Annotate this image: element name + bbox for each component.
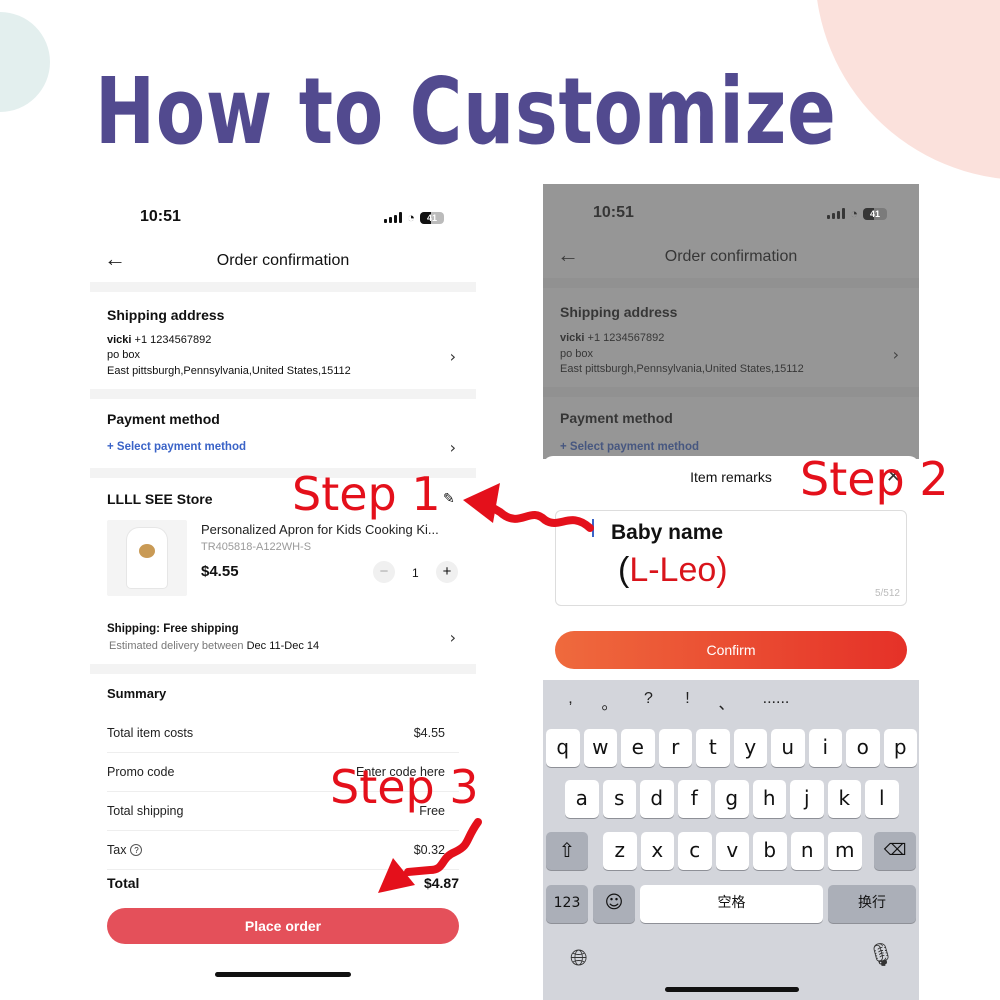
remarks-label: Baby name — [611, 521, 724, 544]
punct-key[interactable]: 、 — [707, 690, 746, 714]
key-z[interactable]: z — [603, 832, 637, 870]
product-name[interactable]: Personalized Apron for Kids Cooking Ki..… — [201, 522, 439, 537]
space-key[interactable]: 空格 — [640, 885, 823, 923]
status-time: 10:51 — [140, 208, 181, 225]
phone-order-confirmation: 10:51 ◔ 41 ← Order confirmation Shipping… — [90, 190, 476, 1000]
key-m[interactable]: m — [828, 832, 862, 870]
address-line-1: po box — [107, 349, 141, 361]
product-price: $4.55 — [201, 563, 239, 580]
step1-label: Step 1 — [292, 467, 441, 521]
help-icon[interactable]: ? — [130, 844, 143, 856]
key-k[interactable]: k — [827, 780, 861, 818]
divider — [90, 282, 476, 292]
key-n[interactable]: n — [790, 832, 824, 870]
nav-bar: ← Order confirmation — [90, 240, 476, 282]
quantity-value: 1 — [412, 566, 419, 580]
punct-key[interactable]: ! — [668, 690, 707, 714]
place-order-button[interactable]: Place order — [107, 908, 459, 944]
step2-label: Step 2 — [800, 452, 949, 506]
key-b[interactable]: b — [753, 832, 787, 870]
key-x[interactable]: x — [640, 832, 674, 870]
status-bar: 10:51 ◔ 41 — [90, 190, 476, 240]
wifi-icon: ◔ — [407, 210, 415, 225]
home-indicator — [665, 987, 799, 992]
summary-row-item-costs: Total item costs $4.55 — [107, 714, 459, 753]
remarks-input[interactable]: Baby name (L-Leo) 5/512 — [555, 510, 907, 606]
char-count: 5/512 — [874, 588, 900, 599]
punctuation-suggestions: , 。 ? ! 、 ...... — [551, 690, 806, 714]
key-p[interactable]: p — [883, 729, 917, 767]
recipient-name: vicki — [107, 334, 132, 346]
keyboard: , 。 ? ! 、 ...... qwertyuiop asdfghjkl zxcv… — [543, 680, 919, 1000]
modal-backdrop[interactable] — [543, 184, 919, 459]
key-a[interactable]: a — [565, 780, 599, 818]
key-w[interactable]: w — [583, 729, 617, 767]
text-cursor — [592, 519, 594, 537]
punct-key[interactable]: 。 — [590, 690, 629, 714]
decorative-circle-left — [0, 12, 50, 112]
emoji-key[interactable]: ☺ — [593, 885, 635, 923]
key-c[interactable]: c — [678, 832, 712, 870]
microphone-icon[interactable]: 🎙︎ — [867, 942, 895, 968]
store-name: LLLL SEE Store — [107, 491, 213, 507]
quantity-decrement-button[interactable]: − — [373, 561, 395, 583]
key-i[interactable]: i — [808, 729, 842, 767]
chevron-right-icon: › — [449, 438, 456, 457]
summary-title: Summary — [107, 686, 167, 701]
step3-label: Step 3 — [330, 760, 479, 814]
battery-icon: 41 — [420, 211, 444, 224]
numbers-key[interactable]: 123 — [546, 885, 588, 923]
chevron-right-icon: › — [449, 628, 456, 647]
key-l[interactable]: l — [865, 780, 899, 818]
page-heading: How to Customize — [95, 58, 837, 165]
key-g[interactable]: g — [715, 780, 749, 818]
product-image — [107, 520, 187, 596]
shift-key[interactable]: ⇧ — [546, 832, 588, 870]
address-line-2: East pittsburgh,Pennsylvania,United Stat… — [107, 365, 351, 377]
punct-key[interactable]: ? — [629, 690, 668, 714]
shipping-method-title: Shipping: Free shipping — [107, 623, 239, 635]
payment-method-title: Payment method — [107, 411, 220, 427]
key-t[interactable]: t — [696, 729, 730, 767]
divider — [90, 389, 476, 399]
select-payment-link[interactable]: + Select payment method — [107, 441, 246, 453]
apron-image — [127, 528, 167, 588]
decorative-circle-right — [815, 0, 1000, 180]
edit-remarks-pencil-icon[interactable]: ✎ — [443, 490, 455, 507]
summary-row-total: Total $4.87 — [107, 875, 459, 891]
confirm-button[interactable]: Confirm — [555, 631, 907, 669]
cellular-signal-icon — [384, 212, 403, 223]
key-h[interactable]: h — [752, 780, 786, 818]
key-v[interactable]: v — [715, 832, 749, 870]
chevron-right-icon: › — [449, 347, 456, 366]
key-e[interactable]: e — [621, 729, 655, 767]
key-y[interactable]: y — [733, 729, 767, 767]
backspace-key[interactable]: ⌫ — [874, 832, 916, 870]
nav-title: Order confirmation — [216, 252, 350, 269]
key-r[interactable]: r — [658, 729, 692, 767]
key-j[interactable]: j — [790, 780, 824, 818]
quantity-increment-button[interactable]: + — [436, 561, 458, 583]
phone-item-remarks: 10:51 ◔ 41 ← Order confirmation Shipping… — [543, 184, 919, 1000]
shipping-address-title: Shipping address — [107, 307, 225, 323]
recipient-phone: +1 1234567892 — [134, 334, 212, 346]
key-q[interactable]: q — [546, 729, 580, 767]
divider — [90, 664, 476, 674]
key-o[interactable]: o — [846, 729, 880, 767]
key-d[interactable]: d — [640, 780, 674, 818]
key-u[interactable]: u — [771, 729, 805, 767]
product-sku: TR405818-A122WH-S — [201, 541, 312, 553]
punct-key[interactable]: , — [551, 690, 590, 714]
remarks-value: (L-Leo) — [618, 551, 728, 589]
estimated-delivery: Estimated delivery between Dec 11-Dec 14 — [109, 640, 320, 652]
home-indicator — [215, 972, 351, 977]
globe-icon[interactable]: 🌐︎ — [570, 945, 588, 971]
punct-key[interactable]: ...... — [746, 690, 806, 714]
return-key[interactable]: 换行 — [828, 885, 916, 923]
key-f[interactable]: f — [677, 780, 711, 818]
key-s[interactable]: s — [602, 780, 636, 818]
